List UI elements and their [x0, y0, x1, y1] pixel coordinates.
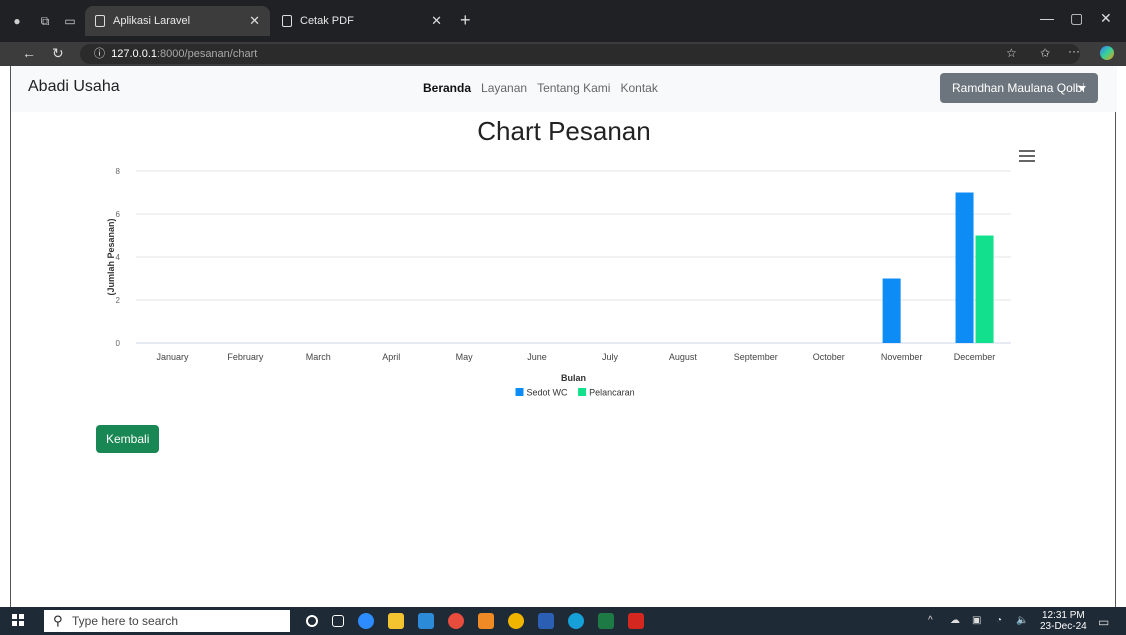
legend-label: Sedot WC: [527, 388, 569, 398]
volume-icon[interactable]: 🔈: [1016, 615, 1028, 626]
address-bar: ← ↻ ⓘ 127.0.0.1:8000/pesanan/chart ☆ ✩ ·…: [0, 42, 1126, 66]
xampp-icon[interactable]: [478, 613, 494, 629]
chrome-icon[interactable]: [448, 613, 464, 629]
favorite-icon[interactable]: ☆: [1006, 46, 1017, 60]
nav-link-kontak[interactable]: Kontak: [620, 81, 657, 95]
copilot-icon[interactable]: [1100, 46, 1114, 60]
close-icon[interactable]: ✕: [431, 13, 442, 29]
x-tick-label: December: [954, 352, 996, 362]
notifications-icon[interactable]: ▭: [1098, 615, 1109, 629]
refresh-icon[interactable]: ↻: [52, 45, 64, 62]
legend-swatch: [578, 388, 587, 396]
close-window-icon[interactable]: ✕: [1100, 10, 1112, 27]
x-tick-label: August: [669, 352, 698, 362]
bar: [955, 192, 974, 343]
y-tick-label: 0: [116, 339, 121, 348]
tab-actions-icon[interactable]: ▭: [63, 14, 77, 28]
task-view-icon[interactable]: [332, 615, 344, 627]
tray-chevron-icon[interactable]: ^: [928, 615, 933, 626]
x-tick-label: November: [881, 352, 923, 362]
bar: [882, 278, 901, 343]
edge-icon[interactable]: [568, 613, 584, 629]
y-tick-label: 8: [116, 167, 121, 176]
windows-start-icon[interactable]: [12, 614, 24, 626]
clock-date: 23-Dec-24: [1040, 621, 1087, 632]
taskbar: Type here to search ^ ☁ ▣ ◔ 🔈 12:31 PM 2…: [0, 607, 1126, 635]
profile-icon[interactable]: ●: [10, 14, 24, 28]
url-path: :8000/pesanan/chart: [157, 48, 258, 60]
word-icon[interactable]: [538, 613, 554, 629]
x-tick-label: January: [156, 352, 189, 362]
favorites-bar-icon[interactable]: ✩: [1040, 46, 1050, 60]
taskbar-search-input[interactable]: Type here to search: [44, 610, 290, 632]
tab-label: Cetak PDF: [300, 15, 354, 27]
x-tick-label: July: [602, 352, 619, 362]
excel-icon[interactable]: [598, 613, 614, 629]
chrome-canary-icon[interactable]: [508, 613, 524, 629]
x-tick-label: October: [813, 352, 845, 362]
bar: [975, 235, 994, 343]
nav-link-tentang-kami[interactable]: Tentang Kami: [537, 81, 610, 95]
info-icon[interactable]: ⓘ: [94, 48, 105, 60]
x-tick-label: September: [734, 352, 778, 362]
nav-links: Beranda Layanan Tentang Kami Kontak: [423, 81, 658, 95]
page-icon: [95, 15, 105, 27]
page-title: Chart Pesanan: [477, 116, 651, 146]
tab-cetak-pdf[interactable]: Cetak PDF ✕: [272, 6, 452, 36]
tab-label: Aplikasi Laravel: [113, 15, 191, 27]
tab-aplikasi-laravel[interactable]: Aplikasi Laravel ✕: [85, 6, 270, 36]
legend-label: Pelancaran: [589, 388, 635, 398]
new-tab-icon[interactable]: +: [460, 10, 471, 31]
taskbar-clock[interactable]: 12:31 PM 23-Dec-24: [1040, 610, 1087, 632]
x-tick-label: June: [527, 352, 547, 362]
y-tick-label: 4: [116, 253, 121, 262]
x-tick-label: May: [456, 352, 474, 362]
nav-link-layanan[interactable]: Layanan: [481, 81, 527, 95]
vscode-icon[interactable]: [418, 613, 434, 629]
url-input[interactable]: ⓘ 127.0.0.1:8000/pesanan/chart: [80, 44, 1080, 64]
x-tick-label: March: [306, 352, 331, 362]
x-tick-label: April: [382, 352, 400, 362]
workspaces-icon[interactable]: ⧉: [38, 14, 52, 28]
x-tick-label: February: [227, 352, 264, 362]
url-host: 127.0.0.1: [111, 48, 157, 60]
minimize-icon[interactable]: —: [1040, 10, 1054, 26]
cloud-icon[interactable]: ☁: [950, 615, 960, 626]
y-tick-label: 6: [116, 210, 121, 219]
cortana-icon[interactable]: [306, 615, 318, 627]
y-tick-label: 2: [116, 296, 121, 305]
zoom-icon[interactable]: [358, 613, 374, 629]
page-icon: [282, 15, 292, 27]
web-page: Abadi Usaha Beranda Layanan Tentang Kami…: [10, 66, 1117, 607]
clock-time: 12:31 PM: [1041, 610, 1085, 621]
legend-swatch: [515, 388, 524, 396]
close-icon[interactable]: ✕: [249, 13, 260, 29]
nav-link-beranda[interactable]: Beranda: [423, 81, 471, 95]
orders-chart: 0 2 4 6 8 January February March April May June Jul…: [106, 167, 1011, 398]
network-tray-icon[interactable]: ▣: [972, 615, 981, 626]
user-dropdown-button[interactable]: Ramdhan Maulana Qolbi: [940, 73, 1098, 103]
back-icon[interactable]: ←: [22, 45, 36, 61]
acrobat-icon[interactable]: [628, 613, 644, 629]
y-axis-title: (Jumlah Pesanan): [106, 218, 116, 295]
maximize-icon[interactable]: ▢: [1070, 10, 1083, 27]
browser-tab-bar: ● ⧉ ▭ Aplikasi Laravel ✕ Cetak PDF ✕ + —…: [0, 0, 1126, 42]
more-icon[interactable]: ···: [1068, 44, 1080, 58]
navbar: Abadi Usaha Beranda Layanan Tentang Kami…: [11, 66, 1117, 112]
file-explorer-icon[interactable]: [388, 613, 404, 629]
wifi-icon[interactable]: ◔: [996, 615, 1002, 626]
x-axis-title: Bulan: [561, 373, 586, 383]
brand[interactable]: Abadi Usaha: [28, 78, 120, 96]
back-button[interactable]: Kembali: [96, 425, 160, 453]
